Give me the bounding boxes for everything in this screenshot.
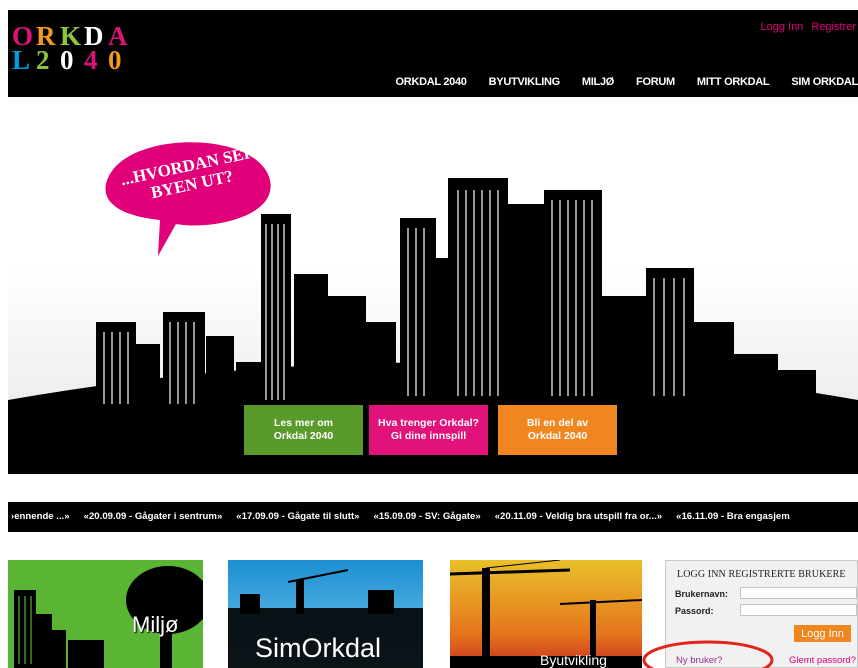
username-field[interactable] [740, 587, 857, 599]
forgot-password-link[interactable]: Glemt passord? [789, 655, 856, 666]
ticker-item[interactable]: «20.11.09 - Veldig bra utspill fra or...… [495, 511, 662, 522]
nav-item-byutvikling[interactable]: BYUTVIKLING [489, 76, 561, 88]
panel-byutvikling[interactable]: Byutvikling [450, 560, 642, 668]
logo-letter: 4 [84, 45, 98, 75]
cta-join-button[interactable]: Bli en del av Orkdal 2040 [498, 405, 617, 455]
ticker-item[interactable]: «16.11.09 - Bra engasjem [676, 511, 790, 522]
cta-give-input-button[interactable]: Hva trenger Orkdal? Gi dine innspill [369, 405, 488, 455]
nav-item-sim-orkdal[interactable]: SIM ORKDAL [791, 76, 858, 88]
site-header: ORKDA L2040 Logg Inn Registrer ORKDAL 20… [8, 10, 858, 97]
ticker-item[interactable]: «20.09.09 - Gågater i sentrum» [84, 511, 223, 522]
page: ORKDA L2040 Logg Inn Registrer ORKDAL 20… [0, 0, 858, 668]
panel-miljo-label: Miljø [132, 612, 179, 637]
logo-letter: 2 [36, 45, 50, 75]
logo-line-2: L2040 [12, 45, 132, 75]
ticker-item[interactable]: ›ennende ...» [11, 511, 70, 522]
login-title: LOGG INN REGISTRERTE BRUKERE [677, 569, 846, 580]
ticker-item[interactable]: «17.09.09 - Gågate til slutt» [236, 511, 359, 522]
nav-item-forum[interactable]: FORUM [636, 76, 675, 88]
cta-read-more-button[interactable]: Les mer om Orkdal 2040 [244, 405, 363, 455]
nav-item-miljo[interactable]: MILJØ [582, 76, 614, 88]
password-field[interactable] [740, 604, 857, 616]
logo-letter: 0 [60, 45, 74, 75]
panel-miljo[interactable]: Miljø [8, 560, 203, 668]
main-nav: ORKDAL 2040 BYUTVIKLING MILJØ FORUM MITT… [396, 76, 858, 88]
ticker-item[interactable]: «15.09.09 - SV: Gågate» [373, 511, 480, 522]
panel-simorkdal-label: SimOrkdal [255, 633, 382, 663]
panel-simorkdal[interactable]: SimOrkdal [228, 560, 423, 668]
auth-links: Logg Inn Registrer [755, 21, 856, 33]
news-ticker: ›ennende ...» «20.09.09 - Gågater i sent… [8, 502, 858, 532]
logo-letter: L [12, 45, 31, 75]
login-button[interactable]: Logg Inn [794, 625, 851, 642]
hero-banner: ...HVORDAN SER BYEN UT? Les mer om Orkda… [8, 100, 858, 474]
panel-byutvikling-label: Byutvikling [540, 652, 607, 668]
site-logo[interactable]: ORKDA L2040 [12, 23, 132, 75]
nav-item-mitt-orkdal[interactable]: MITT ORKDAL [697, 76, 770, 88]
username-label: Brukernavn: [675, 589, 729, 599]
logo-letter: 0 [108, 45, 122, 75]
register-link[interactable]: Registrer [811, 21, 856, 33]
login-link[interactable]: Logg Inn [760, 21, 803, 33]
annotation-circle [642, 640, 774, 668]
password-label: Passord: [675, 606, 714, 616]
nav-item-orkdal-2040[interactable]: ORKDAL 2040 [396, 76, 467, 88]
